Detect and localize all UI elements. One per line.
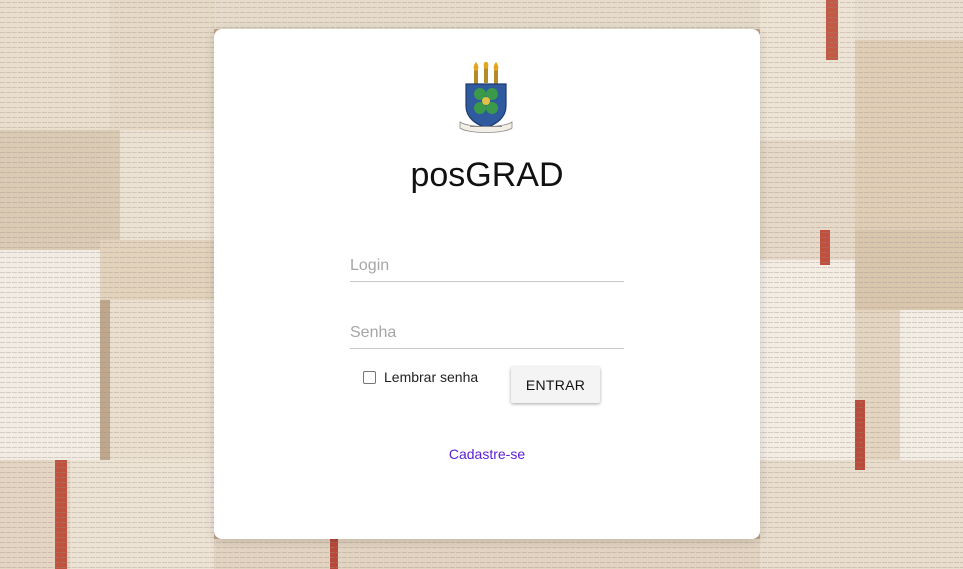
remember-password-label: Lembrar senha <box>384 369 479 385</box>
university-crest-icon <box>458 60 514 134</box>
enter-button[interactable]: ENTRAR <box>511 367 600 403</box>
checkbox-box[interactable] <box>363 370 376 384</box>
login-card: posGRAD Lembrar senha ENTRAR Cadastre-se <box>214 29 760 539</box>
signup-link[interactable]: Cadastre-se <box>214 446 760 462</box>
app-title: posGRAD <box>410 156 564 194</box>
password-input[interactable] <box>350 318 624 349</box>
login-input[interactable] <box>350 251 624 282</box>
remember-password-checkbox[interactable]: Lembrar senha <box>363 369 478 385</box>
